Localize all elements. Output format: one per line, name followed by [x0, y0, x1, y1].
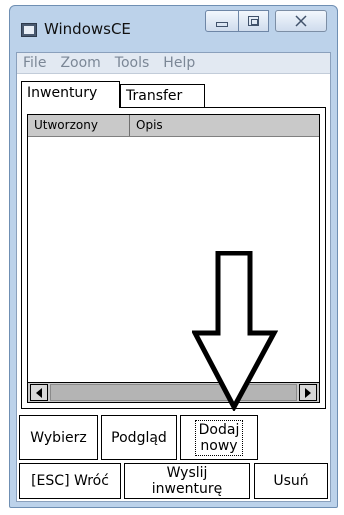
- minimize-button[interactable]: [205, 10, 239, 32]
- column-header-utworzony[interactable]: Utworzony: [28, 115, 130, 136]
- arrow-right-icon: [305, 387, 311, 398]
- down-arrow-annotation: [192, 251, 278, 411]
- add-new-button[interactable]: Dodaj nowy: [180, 415, 258, 460]
- client-area: File Zoom Tools Help Inwentury Transfer …: [16, 52, 331, 502]
- menu-tools[interactable]: Tools: [108, 55, 157, 71]
- menu-zoom[interactable]: Zoom: [53, 55, 107, 71]
- preview-button[interactable]: Podgląd: [101, 415, 177, 460]
- maximize-icon: [248, 16, 259, 26]
- column-header-opis[interactable]: Opis: [130, 115, 318, 136]
- add-new-label: Dodaj nowy: [194, 419, 244, 456]
- scroll-left-button[interactable]: [30, 384, 48, 401]
- delete-button[interactable]: Usuń: [254, 463, 328, 499]
- close-icon: [295, 15, 307, 27]
- menu-bar: File Zoom Tools Help: [17, 53, 330, 74]
- window-title: WindowsCE: [44, 20, 131, 38]
- app-icon: [21, 23, 37, 37]
- tab-transfer[interactable]: Transfer: [120, 84, 205, 107]
- back-button[interactable]: [ESC] Wróć: [19, 463, 121, 499]
- menu-file[interactable]: File: [17, 55, 53, 71]
- tab-inwentury[interactable]: Inwentury: [21, 81, 120, 108]
- list-header: Utworzony Opis: [28, 115, 319, 137]
- menu-help[interactable]: Help: [156, 55, 202, 71]
- tab-panel: Utworzony Opis: [21, 107, 326, 409]
- app-window: WindowsCE File Zoom Tools Help Inwentury…: [9, 5, 338, 508]
- send-inventory-button[interactable]: Wyslij inwenturę: [124, 463, 250, 499]
- arrow-left-icon: [36, 387, 42, 398]
- close-button[interactable]: [275, 10, 327, 32]
- scroll-right-button[interactable]: [299, 384, 317, 401]
- maximize-button[interactable]: [239, 10, 269, 32]
- minimize-icon: [216, 21, 228, 27]
- title-bar[interactable]: WindowsCE: [10, 6, 337, 52]
- select-button[interactable]: Wybierz: [19, 415, 98, 460]
